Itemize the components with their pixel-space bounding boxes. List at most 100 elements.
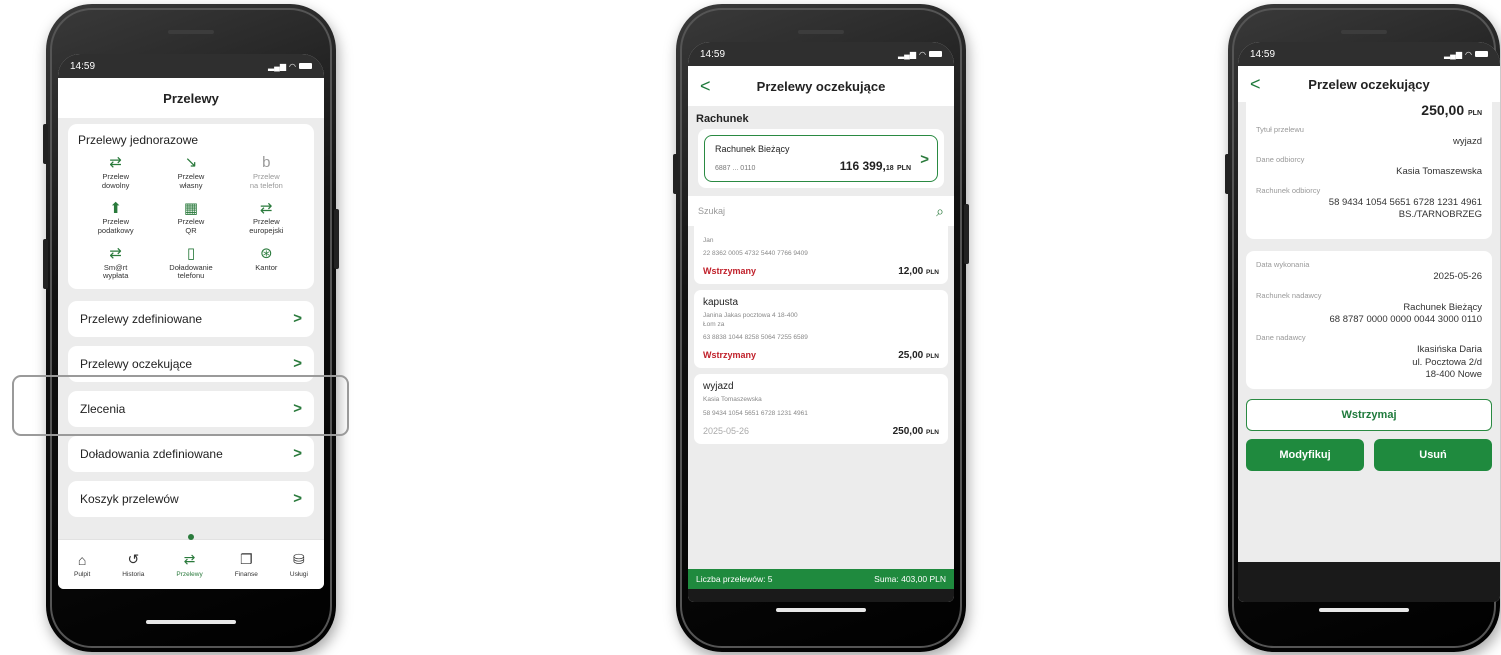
speaker-grille xyxy=(168,30,214,34)
search-input[interactable]: Szukaj ⌕ xyxy=(688,196,954,226)
transfer-option-label: Doładowanie telefonu xyxy=(169,262,213,281)
transfer-option[interactable]: ⬆ Przelew podatkowy xyxy=(78,198,153,235)
screen-pending-transfers: 14:59 ▂▄▆ ◠ < Przelewy oczekujące Rachune… xyxy=(688,42,954,602)
chevron-right-icon: > xyxy=(293,355,302,373)
back-chevron-icon[interactable]: < xyxy=(1250,74,1261,95)
transfer-amount: 12,00 PLN xyxy=(898,266,939,278)
page-indicator-dot xyxy=(188,534,194,540)
transfer-status: 2025-05-26 xyxy=(703,425,750,436)
signal-icon: ▂▄▆ xyxy=(268,61,287,71)
transfer-option[interactable]: ⇄ Przelew dowolny xyxy=(78,153,153,190)
field-label: Dane nadawcy xyxy=(1256,333,1306,343)
transfer-option-label: Przelew podatkowy xyxy=(97,217,134,235)
page-title: Przelew oczekujący xyxy=(1308,76,1430,92)
one-time-transfers-grid: ⇄ Przelew dowolny ↘ Przelew własny b Przelew … xyxy=(78,153,304,281)
screen-header: Przelewy xyxy=(58,78,324,118)
one-time-transfers-title: Przelewy jednorazowe xyxy=(78,133,199,147)
menu-item[interactable]: Koszyk przelewów > xyxy=(68,480,314,517)
transfer-status: Wstrzymany xyxy=(703,350,757,361)
volume-button xyxy=(1225,154,1230,194)
status-time: 14:59 xyxy=(1250,48,1276,60)
field-value: 2025-05-26 xyxy=(1433,271,1482,283)
pending-transfer-item[interactable]: Jan 22 8362 0005 4732 5440 7766 9409 Wstrz… xyxy=(694,226,948,285)
transfer-option-label: Kantor xyxy=(255,262,278,272)
power-button xyxy=(334,209,339,269)
tab-przelewy[interactable]: ⇄ Przelewy xyxy=(176,551,202,578)
search-icon[interactable]: ⌕ xyxy=(936,203,944,220)
transfer-option[interactable]: ▯ Doładowanie telefonu xyxy=(153,244,228,281)
bottom-bar xyxy=(688,589,954,602)
home-indicator xyxy=(776,608,866,612)
pending-transfer-item[interactable]: kapusta Janina Jakas pocztowa 4 18-400 Ło… xyxy=(694,290,948,369)
database-icon: ⛁ xyxy=(293,551,305,567)
account-selector[interactable]: Rachunek Bieżący 6887 ... 0110 116 399,1… xyxy=(704,135,938,182)
transfer-option[interactable]: ⇄ Przelew europejski xyxy=(229,198,304,235)
recipient-name: Jan xyxy=(703,237,714,244)
transfer-option-label: Przelew europejski xyxy=(249,217,284,235)
blik-icon: b xyxy=(262,154,271,172)
tab-finanse[interactable]: ❐ Finanse xyxy=(235,551,258,578)
status-bar: 14:59 ▂▄▆ ◠ xyxy=(688,42,954,66)
wifi-icon: ◠ xyxy=(919,49,926,59)
screen-transfer-details: 14:59 ▂▄▆ ◠ < Przelew oczekujący 250,00 P… xyxy=(1238,42,1500,602)
chevron-right-icon: > xyxy=(293,490,302,508)
transfer-arrows-icon: ⇄ xyxy=(109,244,122,262)
pending-transfer-list: Jan 22 8362 0005 4732 5440 7766 9409 Wstrz… xyxy=(688,226,954,444)
status-icons: ▂▄▆ ◠ xyxy=(898,50,942,59)
home-indicator xyxy=(146,620,236,624)
recipient-address: Janina Jakas pocztowa 4 18-400 Łom za xyxy=(703,312,798,328)
tab-usługi[interactable]: ⛁ Usługi xyxy=(290,551,308,578)
transfer-arrows-icon: ⇄ xyxy=(260,199,273,217)
qr-code-icon: ▦ xyxy=(183,199,199,217)
menu-item[interactable]: Doładowania zdefiniowane > xyxy=(68,435,314,472)
summary-bar: Liczba przelewów: 5 Suma: 403,00 PLN xyxy=(688,569,954,589)
wifi-icon: ◠ xyxy=(289,61,296,71)
transfer-option-label: Sm@rt wypłata xyxy=(102,262,129,281)
arrow-down-right-icon: ↘ xyxy=(184,154,198,172)
transfer-option[interactable]: b Przelew na telefon xyxy=(229,153,304,190)
screen-transfers: 14:59 ▂▄▆ ◠ Przelewy Przelewy jednorazowe… xyxy=(58,54,324,589)
transfer-option-label: Przelew na telefon xyxy=(249,172,283,190)
tab-pulpit[interactable]: ⌂ Pulpit xyxy=(74,552,90,578)
field-label: Dane odbiorcy xyxy=(1256,155,1305,165)
field-label: Rachunek odbiorcy xyxy=(1256,185,1321,195)
chevron-right-icon: > xyxy=(293,310,302,328)
wallet-icon: ❐ xyxy=(240,551,253,567)
transfer-details-card: 250,00 PLN Tytuł przelewu wyjazd Dane odbi… xyxy=(1246,102,1492,240)
volume-button xyxy=(673,154,678,194)
transfer-option[interactable]: ⊛ Kantor xyxy=(229,244,304,281)
page-title: Przelewy xyxy=(163,90,219,106)
home-indicator xyxy=(1319,608,1409,612)
status-bar: 14:59 ▂▄▆ ◠ xyxy=(1238,42,1500,66)
transfer-option-label: Przelew dowolny xyxy=(101,172,130,190)
account-number: 6887 ... 0110 xyxy=(715,165,756,172)
battery-icon xyxy=(929,51,942,57)
transfer-arrows-icon: ⇄ xyxy=(109,154,122,172)
transfer-option[interactable]: ↘ Przelew własny xyxy=(153,153,228,190)
recipient-name: wyjazd xyxy=(703,381,734,393)
battery-icon xyxy=(1475,51,1488,57)
transfer-option[interactable]: ▦ Przelew QR xyxy=(153,198,228,235)
hold-button[interactable]: Wstrzymaj xyxy=(1246,399,1492,432)
menu-item-label: Przelewy oczekujące xyxy=(80,356,193,371)
tab-label: Historia xyxy=(122,571,145,578)
battery-icon xyxy=(299,63,312,69)
menu-item[interactable]: Przelewy zdefiniowane > xyxy=(68,300,314,337)
field-value: Rachunek Bieżący 68 8787 0000 0000 0044 … xyxy=(1329,301,1482,326)
transfer-option[interactable]: ⇄ Sm@rt wypłata xyxy=(78,244,153,281)
status-time: 14:59 xyxy=(700,48,726,60)
transfer-status: Wstrzymany xyxy=(703,266,757,277)
modify-button[interactable]: Modyfikuj xyxy=(1246,439,1364,472)
back-chevron-icon[interactable]: < xyxy=(700,76,711,97)
tab-historia[interactable]: ↺ Historia xyxy=(122,551,144,578)
one-time-transfers-card: Przelewy jednorazowe ⇄ Przelew dowolny ↘ Pr… xyxy=(68,124,314,289)
pending-transfer-item[interactable]: wyjazd Kasia Tomaszewska 58 9434 1054 5651… xyxy=(694,374,948,444)
volume-button xyxy=(43,239,48,289)
power-button xyxy=(964,204,969,264)
status-icons: ▂▄▆ ◠ xyxy=(268,62,312,71)
status-bar: 14:59 ▂▄▆ ◠ xyxy=(58,54,324,78)
delete-button[interactable]: Usuń xyxy=(1374,439,1492,472)
tab-label: Usługi xyxy=(289,571,308,578)
tab-label: Finanse xyxy=(234,571,258,578)
currency-exchange-icon: ⊛ xyxy=(260,244,273,262)
